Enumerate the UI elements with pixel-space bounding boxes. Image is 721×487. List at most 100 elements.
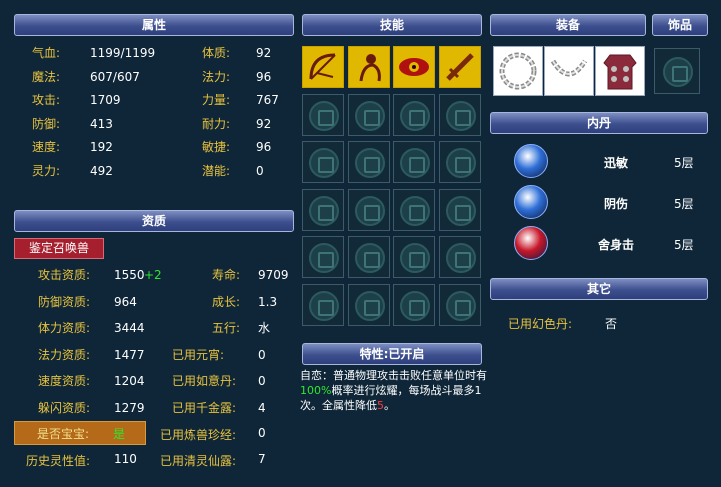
- slash-icon[interactable]: [514, 185, 548, 219]
- aptitude-value-2: 水: [258, 321, 271, 335]
- inner-dan-level: 5层: [674, 238, 694, 252]
- identify-pet-button[interactable]: 鉴定召唤兽: [14, 238, 104, 259]
- empty-skill-slot[interactable]: [393, 93, 435, 136]
- empty-skill-slot[interactable]: [438, 283, 481, 326]
- aptitude-header: 资质: [14, 210, 294, 232]
- empty-skill-slot[interactable]: [393, 283, 435, 326]
- aptitude-label-2: 已用千金露:: [172, 400, 237, 415]
- aptitude-value: 3444: [114, 321, 145, 335]
- aptitude-label-2: 已用元宵:: [172, 347, 225, 362]
- attr-value: 1709: [90, 93, 121, 107]
- empty-skill-slot[interactable]: [302, 93, 344, 136]
- empty-skill-slot[interactable]: [347, 93, 390, 136]
- aptitude-value-2: 9709: [258, 268, 289, 282]
- empty-skill-slot[interactable]: [347, 236, 390, 278]
- empty-skill-slot[interactable]: [393, 141, 435, 183]
- empty-skill-slot[interactable]: [302, 188, 344, 231]
- attr-value: 413: [90, 116, 113, 131]
- eye-icon: [394, 47, 434, 90]
- huanse-label: 已用幻色丹:: [508, 317, 573, 331]
- empty-skill-slot[interactable]: [347, 283, 390, 326]
- other-header: 其它: [490, 278, 708, 300]
- empty-skill-slot[interactable]: [302, 236, 344, 278]
- aptitude-label: 速度资质:: [38, 374, 91, 388]
- is-baby-label: 是否宝宝:: [37, 427, 90, 441]
- equipment-slot-bracelet[interactable]: [544, 46, 594, 96]
- attributes-header: 属性: [14, 14, 294, 36]
- armor-icon: [603, 54, 637, 90]
- skill-slot[interactable]: [438, 46, 481, 90]
- empty-slot-emblem-icon: [445, 195, 476, 226]
- chain-bracelet-icon: [550, 59, 588, 77]
- attr-value-2: 0: [256, 163, 264, 178]
- attr-label-2: 敏捷:: [202, 140, 231, 154]
- empty-skill-slot[interactable]: [347, 188, 390, 231]
- empty-skill-slot[interactable]: [438, 141, 481, 183]
- empty-skill-slot[interactable]: [393, 236, 435, 278]
- aptitude-label: 防御资质:: [38, 294, 91, 309]
- empty-slot-emblem-icon: [400, 100, 430, 131]
- empty-skill-slot[interactable]: [302, 141, 344, 183]
- inner-dan-level: 5层: [674, 156, 694, 170]
- aptitude-value: 1550: [114, 268, 145, 282]
- attr-value: 192: [90, 140, 113, 154]
- empty-slot-emblem-icon: [354, 148, 385, 178]
- lianshou-label: 已用炼兽珍经:: [160, 428, 237, 442]
- aptitude-bonus: +2: [144, 268, 162, 282]
- aptitude-value: 964: [114, 294, 137, 309]
- trait-desc-part1: 自恋：普通物理攻击击败任意单位时有: [300, 369, 487, 382]
- inner-dan-level: 5层: [674, 197, 694, 211]
- aptitude-value-2: 4: [258, 400, 266, 415]
- lianshou-value: 0: [258, 426, 266, 440]
- empty-slot-emblem-icon: [309, 195, 339, 226]
- spirit-figure-icon: [349, 47, 389, 90]
- trait-desc-part3: 。: [384, 399, 395, 412]
- skill-slot[interactable]: [347, 46, 390, 90]
- attr-label-2: 法力:: [202, 69, 231, 84]
- attr-value-2: 96: [256, 140, 272, 154]
- chain-collar-icon: [499, 52, 537, 90]
- inner-dan-name: 舍身击: [597, 238, 634, 252]
- equipment-slot-collar[interactable]: [493, 46, 543, 96]
- qingling-label: 已用清灵仙露:: [160, 454, 237, 468]
- history-label: 历史灵性值:: [26, 454, 91, 468]
- attr-label-2: 体质:: [202, 46, 231, 60]
- aptitude-value: 1204: [114, 374, 145, 388]
- aptitude-label-2: 五行:: [212, 321, 241, 335]
- attr-value-2: 92: [256, 116, 272, 131]
- fist-icon[interactable]: [514, 226, 548, 260]
- empty-skill-slot[interactable]: [393, 188, 435, 231]
- skill-slot[interactable]: [302, 46, 344, 88]
- inner-dan-name: 迅敏: [603, 156, 628, 170]
- huanse-value: 否: [605, 317, 618, 331]
- claw-icon[interactable]: [514, 144, 548, 178]
- qingling-value: 7: [258, 452, 266, 466]
- empty-slot-emblem-icon: [354, 290, 385, 321]
- empty-slot-emblem-icon: [445, 148, 476, 178]
- attr-value: 492: [90, 163, 113, 178]
- empty-slot-emblem-icon: [309, 148, 339, 178]
- attr-label: 防御:: [32, 116, 61, 131]
- empty-slot-emblem-icon: [445, 290, 476, 321]
- accessory-slot[interactable]: [654, 48, 700, 94]
- accessory-header: 饰品: [652, 14, 708, 36]
- empty-skill-slot[interactable]: [302, 283, 344, 326]
- empty-slot-emblem-icon: [663, 57, 693, 87]
- trait-desc-percent: 100%: [300, 384, 332, 397]
- empty-skill-slot[interactable]: [438, 236, 481, 278]
- skill-slot[interactable]: [393, 46, 435, 88]
- equipment-slot-armor[interactable]: [595, 46, 645, 96]
- empty-slot-emblem-icon: [354, 243, 385, 273]
- empty-skill-slot[interactable]: [438, 93, 481, 136]
- empty-slot-emblem-icon: [309, 243, 339, 273]
- empty-skill-slot[interactable]: [438, 188, 481, 231]
- aptitude-label: 攻击资质:: [38, 268, 91, 282]
- inner-dan-name: 阴伤: [603, 197, 628, 211]
- aptitude-label: 躲闪资质:: [38, 400, 91, 415]
- aptitude-label: 体力资质:: [38, 321, 91, 335]
- trait-header: 特性:已开启: [302, 343, 482, 365]
- attr-label-2: 力量:: [202, 93, 231, 107]
- empty-skill-slot[interactable]: [347, 141, 390, 183]
- sword-icon: [440, 47, 480, 90]
- aptitude-label-2: 已用如意丹:: [172, 374, 237, 388]
